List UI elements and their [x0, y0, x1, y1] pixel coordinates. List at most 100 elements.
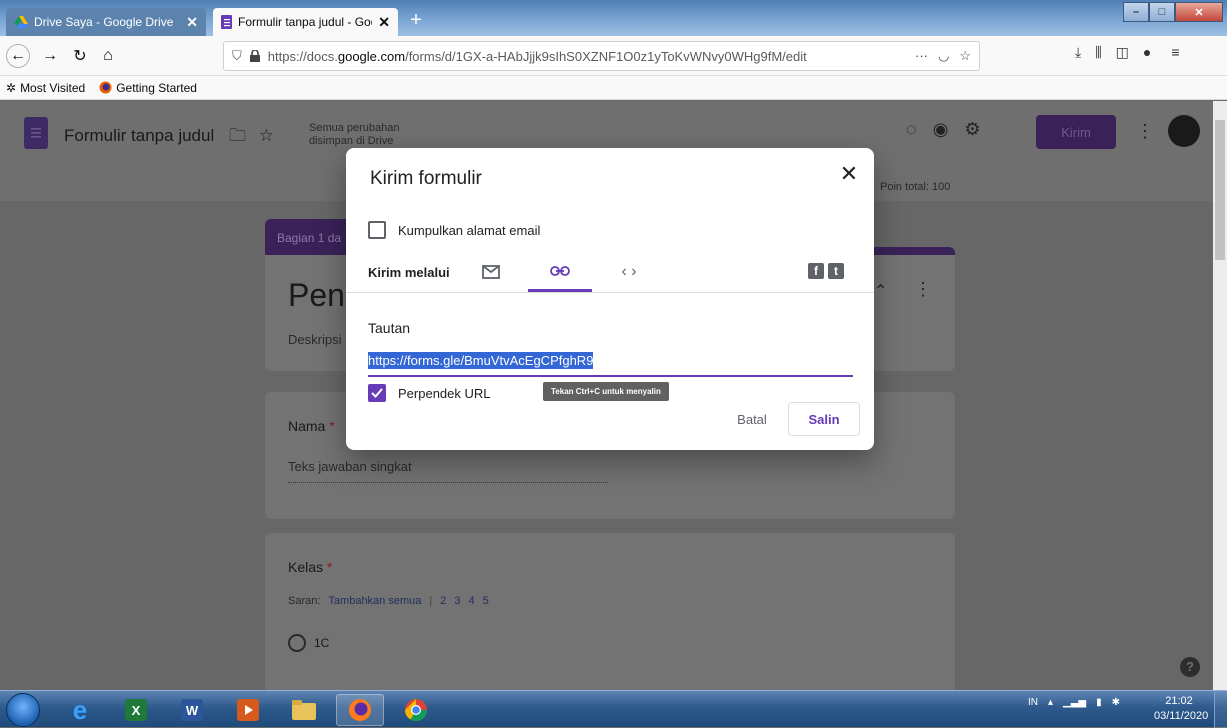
question-card-kelas[interactable] — [265, 533, 955, 690]
bookmark-getting-started[interactable]: Getting Started — [99, 81, 197, 95]
short-answer-placeholder: Teks jawaban singkat — [288, 459, 608, 483]
google-drive-icon — [14, 16, 28, 28]
suggestions-label: Saran: — [288, 595, 321, 607]
scrollbar-thumb[interactable] — [1215, 120, 1225, 260]
suggestion-item[interactable]: 2 — [440, 595, 446, 607]
star-icon[interactable]: ☆ — [259, 126, 274, 145]
new-tab-button[interactable]: + — [404, 9, 428, 33]
bookmark-label: Getting Started — [116, 80, 197, 95]
link-url-text[interactable]: https://forms.gle/BmuVtvAcEgCPfghR9 — [368, 352, 594, 369]
form-description[interactable]: Deskripsi — [288, 332, 341, 347]
lock-icon[interactable] — [249, 50, 260, 62]
palette-icon[interactable]: ◌ — [906, 119, 917, 140]
tab-google-drive[interactable]: Drive Saya - Google Drive ✕ — [6, 8, 206, 36]
code-icon: ‹ › — [621, 263, 637, 280]
home-button[interactable]: ⌂ — [96, 44, 120, 68]
firefox-icon — [99, 81, 112, 94]
close-window-button[interactable]: ✕ — [1175, 2, 1223, 22]
bookmark-star-icon[interactable]: ☆ — [959, 48, 971, 64]
windows-taskbar: e X W IN ▴ ▁▃▅ ▮ ✱ 21:02 03/11/2020 — [0, 690, 1227, 728]
preview-eye-icon[interactable]: ◉ — [933, 119, 949, 140]
collect-email-checkbox-row[interactable]: Kumpulkan alamat email — [368, 221, 540, 239]
battery-icon[interactable]: ▮ — [1096, 697, 1102, 708]
link-heading: Tautan — [368, 320, 411, 336]
avatar[interactable] — [1168, 115, 1200, 147]
question-title-nama: Nama * — [288, 418, 335, 434]
document-title[interactable]: Formulir tanpa judul 🗀 ☆ — [64, 123, 274, 152]
required-marker: * — [329, 418, 335, 434]
maximize-button[interactable]: □ — [1149, 2, 1175, 22]
link-url-field[interactable]: https://forms.gle/BmuVtvAcEgCPfghR9 — [368, 352, 853, 377]
page-actions-icon[interactable]: ··· — [915, 48, 928, 64]
more-vert-icon[interactable]: ⋮ — [914, 279, 932, 300]
minimize-button[interactable]: – — [1123, 2, 1149, 22]
firefox-taskbar-icon[interactable] — [336, 694, 384, 726]
folder-icon[interactable]: 🗀 — [229, 126, 246, 145]
suggestion-item[interactable]: 4 — [468, 595, 474, 607]
system-tray: IN ▴ ▁▃▅ ▮ ✱ — [1028, 697, 1120, 708]
cancel-button[interactable]: Batal — [724, 402, 780, 436]
suggestion-item[interactable]: 5 — [483, 595, 489, 607]
more-vert-icon[interactable]: ⋮ — [1136, 121, 1154, 142]
menu-icon[interactable]: ≡ — [1171, 44, 1179, 61]
collapse-icon[interactable]: ⌃ — [874, 281, 887, 301]
tab-google-forms[interactable]: Formulir tanpa judul - Google F ✕ — [213, 8, 398, 36]
sidebar-icon[interactable]: ◫ — [1116, 44, 1129, 61]
back-button[interactable]: ← — [6, 44, 30, 68]
shorten-url-checkbox[interactable] — [368, 384, 386, 402]
radio-button[interactable] — [288, 634, 306, 652]
settings-gear-icon[interactable]: ⚙ — [964, 119, 980, 140]
bookmarks-bar: ✲ Most Visited Getting Started — [0, 76, 1227, 100]
suggestion-item[interactable]: 3 — [454, 595, 460, 607]
close-tab-icon[interactable]: ✕ — [378, 14, 390, 31]
pocket-icon[interactable]: ◡ — [938, 48, 949, 64]
tab-send-link[interactable] — [528, 252, 592, 292]
close-icon[interactable]: ✕ — [836, 162, 862, 188]
shield-icon[interactable]: ⛉ — [232, 48, 242, 64]
tab-send-email[interactable] — [476, 252, 506, 292]
signal-icon[interactable]: ▁▃▅ — [1063, 697, 1086, 708]
start-button[interactable] — [6, 693, 40, 727]
save-status: Semua perubahan disimpan di Drive — [309, 122, 400, 147]
copy-button[interactable]: Salin — [788, 402, 860, 436]
tab-send-embed[interactable]: ‹ › — [614, 252, 644, 292]
svg-text:W: W — [186, 703, 199, 718]
language-indicator[interactable]: IN — [1028, 697, 1038, 708]
bookmark-label: Most Visited — [20, 80, 86, 95]
twitter-icon[interactable]: t — [828, 263, 844, 279]
internet-explorer-icon[interactable]: e — [56, 694, 104, 726]
help-icon[interactable]: ? — [1180, 657, 1200, 677]
excel-icon[interactable]: X — [112, 694, 160, 726]
send-form-dialog: Kirim formulir ✕ Kumpulkan alamat email … — [346, 148, 874, 450]
facebook-icon[interactable]: f — [808, 263, 824, 279]
collect-email-checkbox[interactable] — [368, 221, 386, 239]
bookmark-most-visited[interactable]: ✲ Most Visited — [6, 81, 85, 95]
window-controls: – □ ✕ — [1123, 2, 1225, 22]
reload-button[interactable]: ↻ — [68, 44, 92, 68]
word-icon[interactable]: W — [168, 694, 216, 726]
header-tools: ◌ ◉ ⚙ — [906, 119, 981, 140]
address-bar[interactable]: ⛉ https://docs.google.com/forms/d/1GX-a-… — [223, 41, 980, 71]
send-button[interactable]: Kirim — [1036, 115, 1116, 149]
close-tab-icon[interactable]: ✕ — [186, 14, 198, 31]
shorten-url-checkbox-row[interactable]: Perpendek URL — [368, 384, 491, 402]
dialog-title: Kirim formulir — [370, 168, 482, 189]
download-icon[interactable]: ⤓ — [1075, 44, 1081, 61]
tab-label: Drive Saya - Google Drive — [34, 15, 174, 29]
library-icon[interactable]: ⫼ — [1095, 44, 1101, 61]
bluetooth-icon[interactable]: ✱ — [1112, 697, 1120, 708]
chrome-icon[interactable] — [392, 694, 440, 726]
question-title-kelas: Kelas * — [288, 559, 333, 575]
file-explorer-icon[interactable] — [280, 694, 328, 726]
taskbar-clock[interactable]: 21:02 03/11/2020 — [1154, 694, 1208, 724]
google-forms-logo[interactable] — [24, 117, 48, 149]
svg-text:X: X — [132, 703, 141, 718]
suggestions-row: Saran: Tambahkan semua | 2 3 4 5 — [288, 595, 489, 607]
media-player-icon[interactable] — [224, 694, 272, 726]
add-all-link[interactable]: Tambahkan semua — [328, 595, 421, 607]
show-hidden-icons-icon[interactable]: ▴ — [1048, 697, 1053, 708]
forward-button[interactable]: → — [38, 44, 62, 68]
option-1c[interactable]: 1C — [288, 634, 329, 652]
account-icon[interactable]: ● — [1143, 44, 1151, 61]
show-desktop-button[interactable] — [1214, 691, 1227, 728]
